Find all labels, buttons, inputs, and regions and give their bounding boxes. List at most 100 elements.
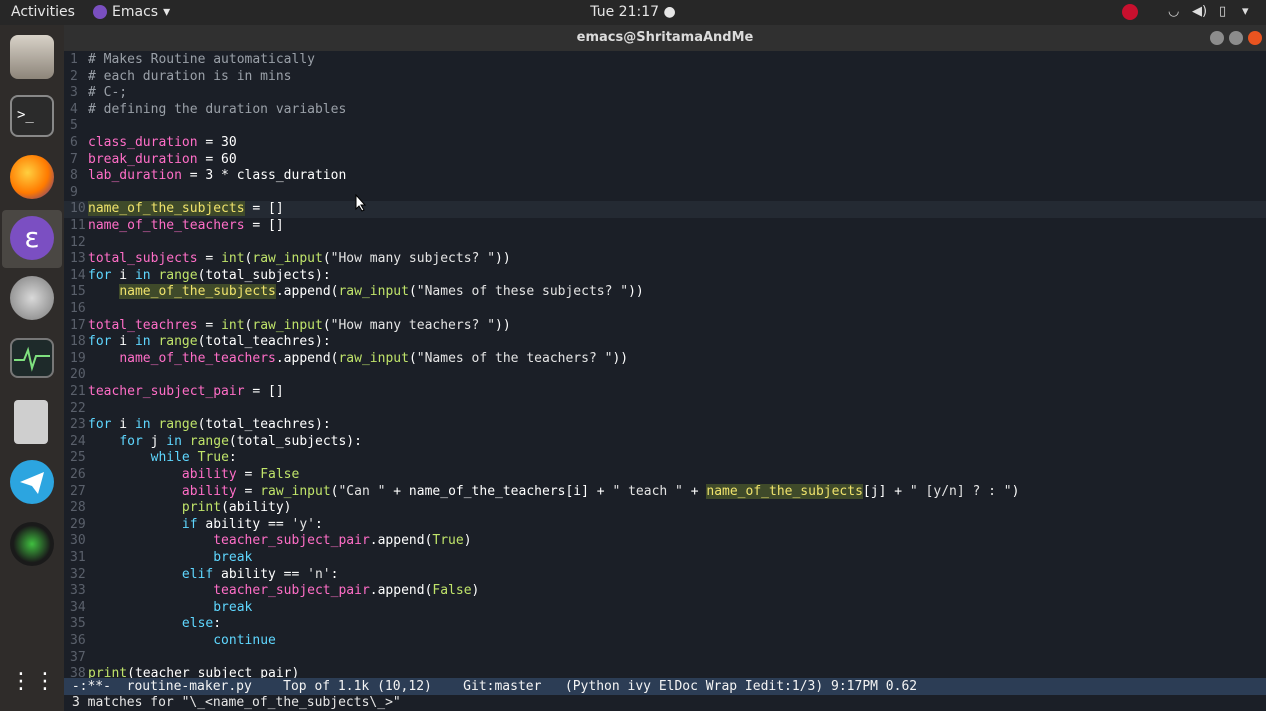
line-code: while True: xyxy=(150,450,237,466)
record-icon[interactable] xyxy=(1122,4,1138,24)
telegram-icon[interactable] xyxy=(10,460,54,504)
code-line[interactable]: 38 print(teacher_subject_pair) xyxy=(64,666,1266,678)
code-line[interactable]: 24 for j in range(total_subjects): xyxy=(64,434,1266,451)
line-code: # Makes Routine automatically xyxy=(88,52,315,67)
emacs-icon[interactable]: ɛ xyxy=(10,216,54,260)
line-number: 5 xyxy=(70,118,78,134)
close-button[interactable] xyxy=(1248,31,1262,45)
code-line[interactable]: 23 for i in range(total_teachres): xyxy=(64,417,1266,434)
code-line[interactable]: 33 teacher_subject_pair.append(False) xyxy=(64,583,1266,600)
system-monitor-icon[interactable] xyxy=(10,338,54,378)
code-line[interactable]: 19 name_of_the_teachers.append(raw_input… xyxy=(64,351,1266,368)
line-number: 13 xyxy=(70,251,86,267)
line-code: name_of_the_teachers.append(raw_input("N… xyxy=(119,350,629,366)
line-code: total_teachres = int(raw_input("How many… xyxy=(88,317,511,333)
line-number: 10 xyxy=(70,201,86,217)
line-number: 30 xyxy=(70,533,86,549)
code-line[interactable]: 12 xyxy=(64,235,1266,252)
line-number: 15 xyxy=(70,284,86,300)
code-line[interactable]: 20 xyxy=(64,367,1266,384)
line-number: 25 xyxy=(70,450,86,466)
line-code: for i in range(total_subjects): xyxy=(88,267,331,283)
code-line[interactable]: 22 xyxy=(64,401,1266,418)
code-line[interactable]: 27 ability = raw_input("Can " + name_of_… xyxy=(64,483,1266,501)
line-code: continue xyxy=(213,633,276,648)
line-number: 38 xyxy=(70,666,86,678)
code-line[interactable]: 37 xyxy=(64,650,1266,667)
line-number: 17 xyxy=(70,317,86,333)
app-grid-icon[interactable]: ⋮⋮⋮ xyxy=(10,660,80,704)
line-code: ability = raw_input("Can " + name_of_the… xyxy=(181,483,1020,499)
code-line[interactable]: 30 teacher_subject_pair.append(True) xyxy=(64,533,1266,550)
line-code: # each duration is in mins xyxy=(88,68,292,84)
line-code: print(teacher_subject_pair) xyxy=(88,666,300,678)
line-number: 33 xyxy=(70,583,86,599)
code-line[interactable]: 16 xyxy=(64,301,1266,318)
code-line[interactable]: 7 break_duration = 60 xyxy=(64,152,1266,169)
terminal-icon[interactable]: >_ xyxy=(10,95,54,137)
clock[interactable]: Tue 21:17 ● xyxy=(0,4,1266,20)
code-line[interactable]: 11 name_of_the_teachers = [] xyxy=(64,218,1266,235)
battery-icon[interactable]: ▯ xyxy=(1219,4,1226,19)
settings-icon[interactable] xyxy=(10,276,54,320)
line-number: 12 xyxy=(70,234,86,250)
line-number: 31 xyxy=(70,550,86,565)
mode-line: -:**- routine-maker.py Top of 1.1k (10,1… xyxy=(64,678,1266,695)
code-line[interactable]: 34 break xyxy=(64,600,1266,617)
calculator-icon[interactable] xyxy=(14,400,48,444)
code-editor[interactable]: 1 # Makes Routine automatically 2 # each du… xyxy=(64,51,1266,678)
line-number: 29 xyxy=(70,516,86,532)
line-code: break xyxy=(213,550,253,565)
volume-icon[interactable]: ◀) xyxy=(1192,4,1207,19)
code-line[interactable]: 36 continue xyxy=(64,633,1266,650)
dock: >_ ɛ ⋮⋮⋮ xyxy=(0,25,80,711)
line-number: 24 xyxy=(70,433,86,449)
code-line[interactable]: 9 xyxy=(64,185,1266,202)
line-code: total_subjects = int(raw_input("How many… xyxy=(88,251,511,267)
camera-icon[interactable] xyxy=(10,522,54,566)
mouse-pointer-icon xyxy=(355,193,367,216)
firefox-icon[interactable] xyxy=(10,155,54,199)
wifi-icon[interactable]: ◡ xyxy=(1168,4,1179,19)
code-line[interactable]: 26 ability = False xyxy=(64,467,1266,484)
code-line[interactable]: 35 else: xyxy=(64,616,1266,633)
code-line[interactable]: 17 total_teachres = int(raw_input("How ma… xyxy=(64,318,1266,335)
line-number: 11 xyxy=(70,218,86,233)
code-line[interactable]: 32 elif ability == 'n': xyxy=(64,567,1266,584)
code-line[interactable]: 1 # Makes Routine automatically xyxy=(64,52,1266,69)
line-code: for i in range(total_teachres): xyxy=(88,417,331,433)
line-number: 9 xyxy=(70,184,78,200)
line-code: break_duration = 60 xyxy=(88,151,237,167)
code-line[interactable]: 13 total_subjects = int(raw_input("How ma… xyxy=(64,251,1266,268)
line-number: 20 xyxy=(70,367,86,383)
line-number: 37 xyxy=(70,649,86,665)
line-number: 26 xyxy=(70,467,86,482)
line-number: 36 xyxy=(70,633,86,648)
code-line[interactable]: 25 while True: xyxy=(64,450,1266,467)
code-line[interactable]: 14 for i in range(total_subjects): xyxy=(64,268,1266,285)
files-icon[interactable] xyxy=(10,35,54,79)
code-line[interactable]: 18 for i in range(total_teachres): xyxy=(64,334,1266,351)
code-line[interactable]: 5 xyxy=(64,118,1266,135)
code-line[interactable]: 15 name_of_the_subjects.append(raw_input… xyxy=(64,284,1266,301)
line-code: name_of_the_teachers = [] xyxy=(88,218,284,233)
code-line[interactable]: 10 name_of_the_subjects = [] xyxy=(64,201,1266,218)
maximize-button[interactable] xyxy=(1229,31,1243,45)
code-line[interactable]: 8 lab_duration = 3 * class_duration xyxy=(64,168,1266,185)
line-number: 7 xyxy=(70,151,78,167)
code-line[interactable]: 21 teacher_subject_pair = [] xyxy=(64,384,1266,401)
line-code: teacher_subject_pair = [] xyxy=(88,384,284,399)
window-titlebar[interactable]: emacs@ShritamaAndMe xyxy=(64,25,1266,51)
line-number: 18 xyxy=(70,334,86,350)
code-line[interactable]: 6 class_duration = 30 xyxy=(64,135,1266,152)
code-line[interactable]: 4 # defining the duration variables xyxy=(64,102,1266,119)
line-number: 3 xyxy=(70,85,78,101)
minibuffer[interactable]: 3 matches for "\_<name_of_the_subjects\_… xyxy=(64,695,1266,711)
code-line[interactable]: 3 # C-; xyxy=(64,85,1266,102)
code-line[interactable]: 28 print(ability) xyxy=(64,500,1266,517)
minimize-button[interactable] xyxy=(1210,31,1224,45)
code-line[interactable]: 29 if ability == 'y': xyxy=(64,517,1266,534)
code-line[interactable]: 2 # each duration is in mins xyxy=(64,69,1266,86)
code-line[interactable]: 31 break xyxy=(64,550,1266,567)
menu-arrow-icon[interactable]: ▾ xyxy=(1242,4,1249,19)
